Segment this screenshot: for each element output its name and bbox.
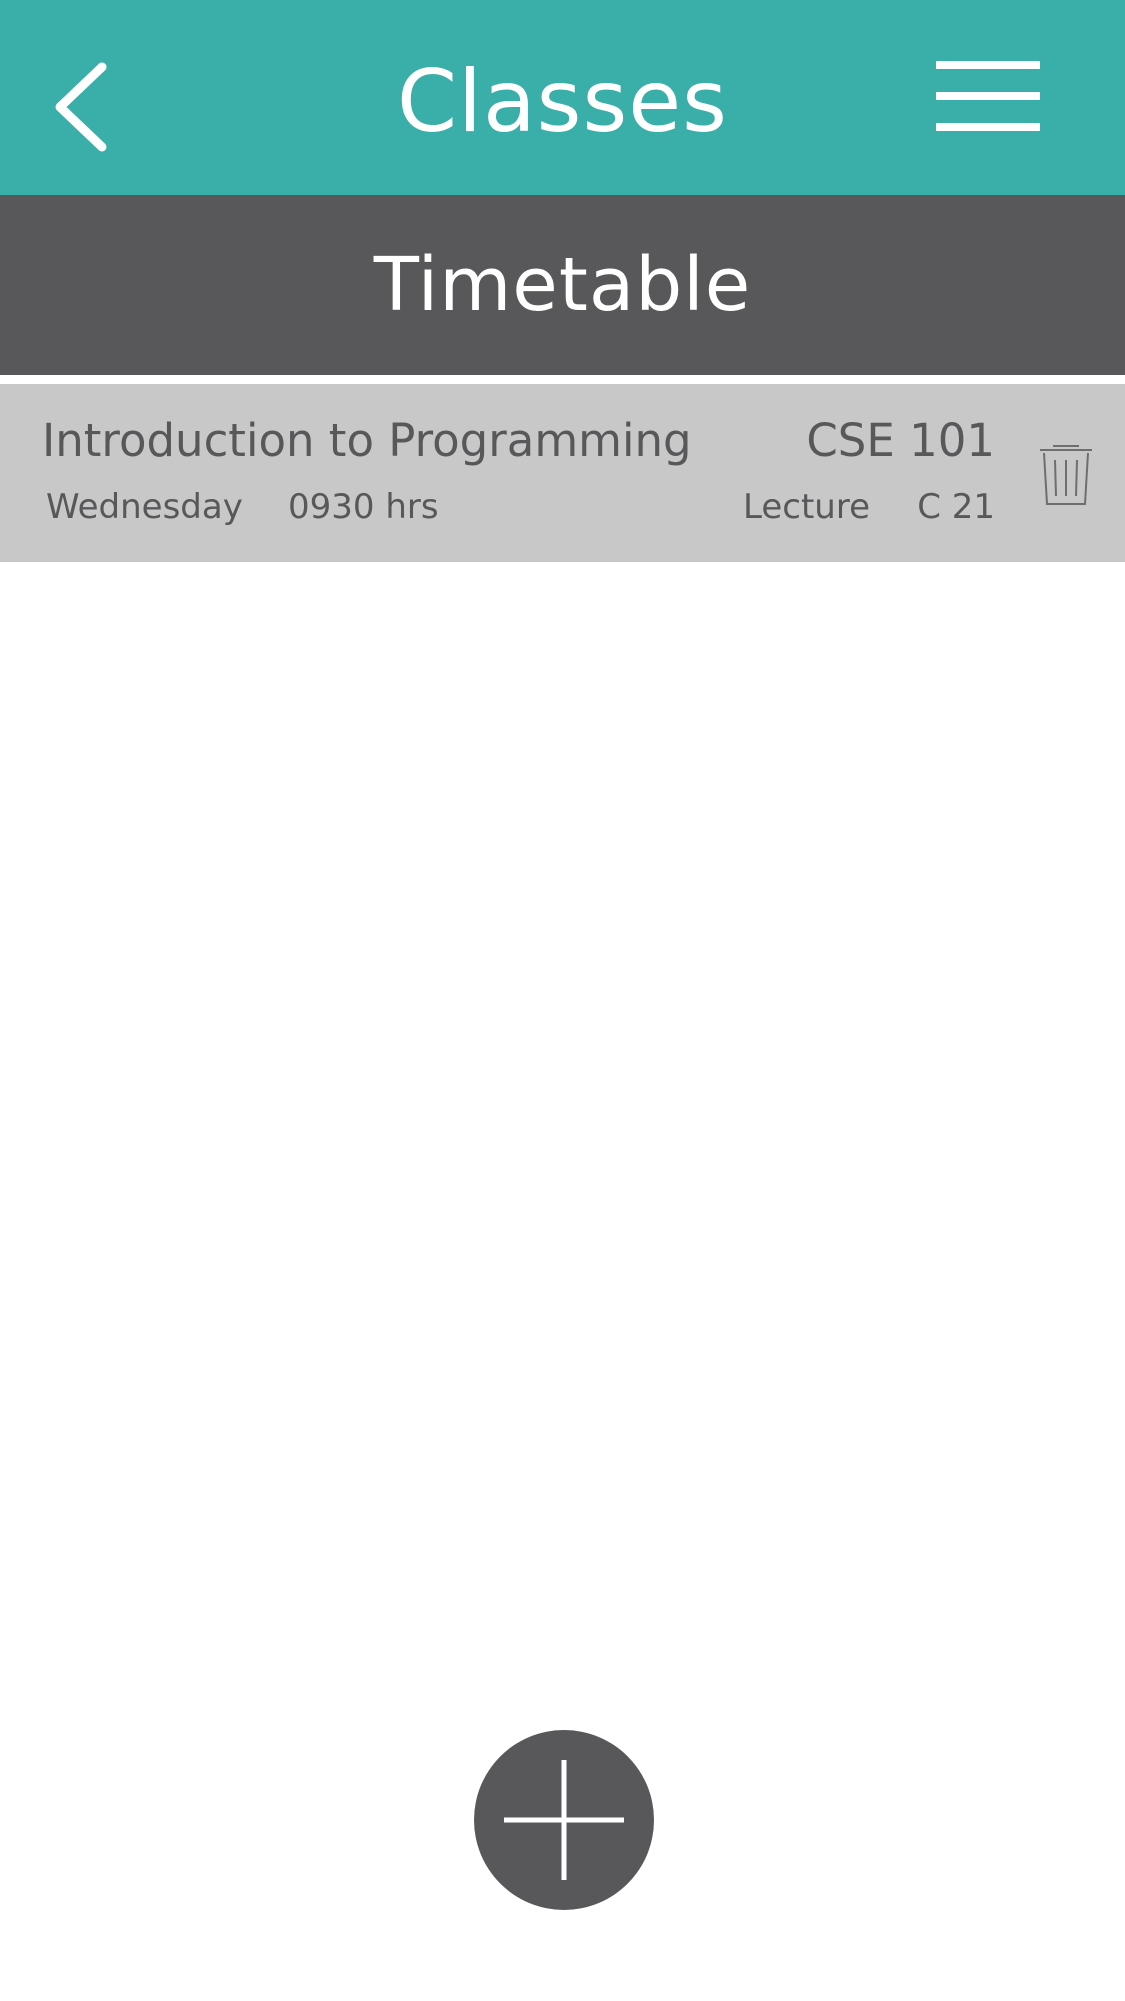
trash-icon (1040, 445, 1092, 505)
menu-button[interactable] (930, 55, 1045, 140)
class-room: C 21 (917, 487, 995, 527)
class-type: Lecture (743, 487, 870, 527)
app-header: Classes (0, 0, 1125, 195)
add-class-button[interactable] (474, 1730, 654, 1910)
class-name: Introduction to Programming (42, 414, 692, 467)
section-header: Timetable (0, 195, 1125, 375)
delete-class-button[interactable] (1036, 440, 1096, 510)
class-time: 0930 hrs (288, 487, 439, 527)
hamburger-menu-icon (936, 61, 1040, 131)
class-code: CSE 101 (806, 414, 995, 467)
class-list-item[interactable]: Introduction to Programming Wednesday 09… (0, 384, 1125, 562)
class-day: Wednesday (46, 487, 243, 527)
plus-icon (504, 1760, 624, 1880)
section-title: Timetable (373, 242, 752, 328)
class-list: Introduction to Programming Wednesday 09… (0, 384, 1125, 562)
